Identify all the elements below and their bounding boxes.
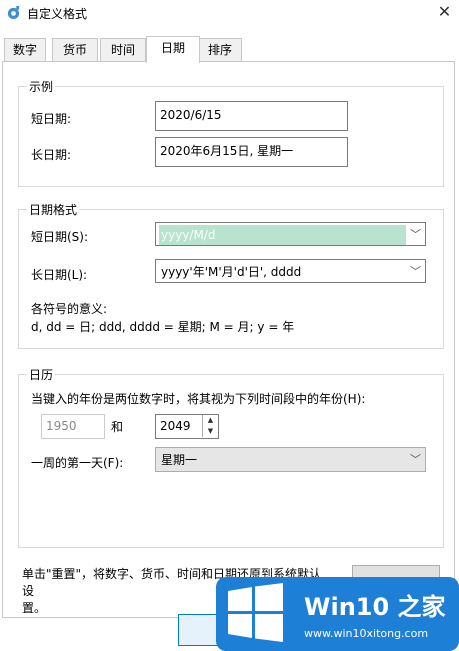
date-format-group: 日期格式 短日期(S): yyyy/M/d ﹀ 长日期(L): yyyy'年'M… [18,201,444,349]
from-year-field: 1950 [41,414,105,439]
spin-down-icon[interactable]: ▼ [203,426,218,437]
watermark-brand: Win10 之家 [304,593,446,621]
date-format-group-label: 日期格式 [27,201,80,218]
watermark-url: www.win10xitong.com [304,627,428,640]
short-date-combo[interactable]: yyyy/M/d ﹀ [155,222,426,246]
chevron-down-icon[interactable]: ﹀ [410,223,421,247]
watermark: Win10 之家 www.win10xitong.com [216,577,459,651]
short-date-label: 短日期(S): [31,230,89,244]
example-group: 示例 短日期: 2020/6/15 长日期: 2020年6月15日, 星期一 [18,78,444,187]
chevron-down-icon[interactable]: ﹀ [410,448,421,472]
tab-number[interactable]: 数字 [4,38,46,61]
long-date-combo[interactable]: yyyy'年'M'月'd'日', dddd ﹀ [155,259,426,283]
tab-time[interactable]: 时间 [100,38,146,61]
chevron-down-icon[interactable]: ﹀ [410,260,421,284]
first-day-value[interactable]: 星期一 [159,450,199,470]
title-bar: 自定义格式 ✕ [0,0,459,26]
short-date-value[interactable]: yyyy/M/d [159,225,406,245]
example-short-label: 短日期: [31,112,72,126]
first-day-label: 一周的第一天(F): [31,456,124,470]
calendar-group-label: 日历 [27,366,56,383]
tab-currency[interactable]: 货币 [52,38,98,61]
first-day-combo[interactable]: 星期一 ﹀ [155,447,426,472]
to-year-spin-buttons[interactable]: ▲ ▼ [202,415,218,437]
spin-up-icon[interactable]: ▲ [203,415,218,426]
example-short-value: 2020/6/15 [155,101,348,131]
symbol-legend-title: 各符号的意义: [31,302,108,316]
calendar-group: 日历 当键入的年份是两位数字时，将其视为下列时间段中的年份(H): 1950 和… [18,366,444,548]
window-title: 自定义格式 [27,7,88,21]
close-button[interactable]: ✕ [430,0,459,26]
long-date-label: 长日期(L): [31,268,88,282]
example-long-label: 长日期: [31,148,72,162]
example-long-value: 2020年6月15日, 星期一 [155,137,348,167]
two-digit-year-description: 当键入的年份是两位数字时，将其视为下列时间段中的年份(H): [31,392,366,406]
app-icon [7,5,20,20]
tab-date[interactable]: 日期 [146,36,200,63]
tab-sort[interactable]: 排序 [198,38,242,61]
and-label: 和 [111,420,124,434]
to-year-value[interactable]: 2049 [160,419,191,433]
long-date-value[interactable]: yyyy'年'M'月'd'日', dddd [159,262,303,282]
tab-strip: 数字 货币 时间 日期 排序 [0,36,459,63]
tab-panel: 示例 短日期: 2020/6/15 长日期: 2020年6月15日, 星期一 日… [2,61,455,618]
symbol-legend-text: d, dd = 日; ddd, dddd = 星期; M = 月; y = 年 [31,320,295,334]
example-group-label: 示例 [27,78,56,95]
close-icon: ✕ [437,2,452,21]
to-year-spinner[interactable]: 2049 ▲ ▼ [155,414,219,439]
